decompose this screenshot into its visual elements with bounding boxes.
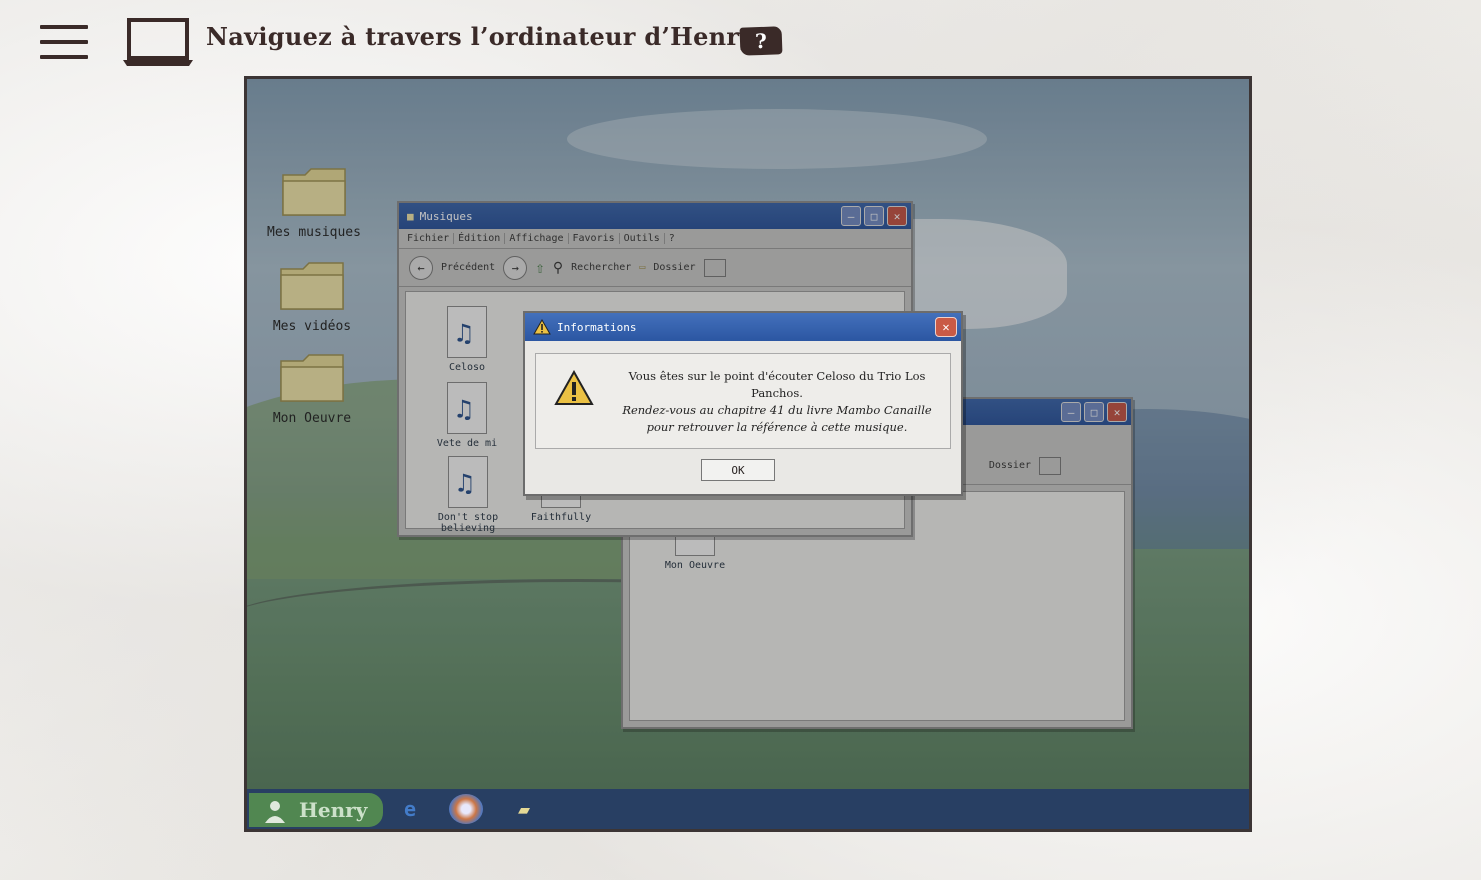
start-label: Henry (299, 798, 368, 822)
forward-arrow-icon[interactable]: → (503, 255, 528, 280)
search-button[interactable]: Rechercher (571, 262, 631, 273)
user-icon (265, 801, 285, 823)
file-vete-de-mi[interactable]: ♫ Vete de mi (422, 382, 512, 449)
menu-affichage[interactable]: Affichage (505, 233, 569, 244)
laptop-icon (123, 18, 193, 66)
ok-button[interactable]: OK (701, 459, 775, 481)
warning-icon (533, 319, 551, 335)
close-icon[interactable]: ✕ (887, 206, 907, 226)
folder-icon: ■ (407, 209, 414, 223)
file-label: Vete de mi (436, 438, 498, 449)
folder-button[interactable]: Dossier (989, 460, 1031, 471)
desktop-icon-mes-musiques[interactable]: Mes musiques (259, 165, 369, 240)
warning-icon (554, 370, 594, 405)
file-label: Don't stop believing (437, 512, 499, 534)
sky-cloud (567, 109, 987, 169)
menu-favoris[interactable]: Favoris (569, 233, 620, 244)
maximize-icon[interactable]: □ (1084, 402, 1104, 422)
up-folder-icon[interactable]: ⇧ (535, 258, 545, 277)
desktop-icon-label: Mes vidéos (272, 319, 352, 334)
file-label: Celoso (448, 362, 486, 373)
music-file-icon: ♫ (448, 456, 488, 508)
window-title: Musiques (419, 209, 473, 223)
close-icon[interactable]: ✕ (1107, 402, 1127, 422)
view-icon[interactable] (1039, 456, 1061, 475)
taskbar: Henry e ▰ (247, 789, 1249, 829)
menu-fichier[interactable]: Fichier (403, 233, 455, 244)
menu-outils[interactable]: Outils (620, 233, 665, 244)
desktop-icon-mon-oeuvre[interactable]: Mon Oeuvre (257, 351, 367, 426)
desktop-icon-label: Mon Oeuvre (272, 411, 352, 426)
folder-icon (280, 354, 344, 402)
window-controls: – □ ✕ (841, 206, 907, 226)
close-icon[interactable]: ✕ (935, 317, 957, 337)
menu-edition[interactable]: Édition (454, 233, 506, 244)
window-menubar: Fichier Édition Affichage Favoris Outils… (399, 229, 911, 249)
maximize-icon[interactable]: □ (864, 206, 884, 226)
back-arrow-icon[interactable]: ← (409, 255, 433, 280)
folder-icon: ▭ (639, 262, 646, 273)
music-file-icon: ♫ (447, 306, 487, 358)
window-toolbar: ← Précédent → ⇧ ⚲ Rechercher ▭ Dossier (399, 249, 911, 287)
dialog-message-line2: Rendez-vous au chapitre 41 du livre Mamb… (622, 403, 932, 434)
desktop-icon-mes-videos[interactable]: Mes vidéos (257, 259, 367, 334)
minimize-icon[interactable]: – (1061, 402, 1081, 422)
view-icon[interactable] (703, 258, 726, 277)
dialog-message-box: Vous êtes sur le point d'écouter Celoso … (535, 353, 951, 449)
dialog-message: Vous êtes sur le point d'écouter Celoso … (612, 368, 942, 436)
media-player-icon[interactable] (449, 794, 483, 824)
page-title: Naviguez à travers l’ordinateur d’Henry (206, 22, 754, 51)
back-button[interactable]: Précédent (441, 262, 495, 273)
file-dont-stop-believing[interactable]: ♫ Don't stop believing (412, 456, 524, 534)
hamburger-menu-icon[interactable] (40, 25, 88, 59)
folder-button[interactable]: Dossier (653, 262, 695, 273)
internet-explorer-icon[interactable]: e (393, 794, 427, 824)
desktop-screen: Mes musiques Mes vidéos Mon Oeuvre – □ ✕… (244, 76, 1252, 832)
menu-help[interactable]: ? (665, 233, 679, 244)
folder-icon (280, 262, 344, 310)
music-file-icon: ♫ (447, 382, 487, 434)
help-button[interactable]: ? (739, 26, 783, 56)
window-controls: – □ ✕ (1061, 402, 1127, 422)
dialog-message-line1: Vous êtes sur le point d'écouter Celoso … (628, 369, 926, 400)
file-label: Faithfully (530, 512, 592, 523)
start-button[interactable]: Henry (249, 793, 383, 827)
desktop-icon-label: Mes musiques (267, 225, 361, 240)
dialog-titlebar[interactable]: Informations ✕ (525, 313, 961, 341)
info-dialog: Informations ✕ Vous êtes sur le point d'… (523, 311, 963, 496)
file-label: Mon Oeuvre (664, 560, 726, 571)
window-titlebar[interactable]: ■ Musiques – □ ✕ (399, 203, 911, 229)
folder-icon[interactable]: ▰ (507, 794, 541, 824)
search-icon[interactable]: ⚲ (553, 260, 563, 276)
folder-icon (282, 168, 346, 216)
top-bar: Naviguez à travers l’ordinateur d’Henry … (0, 0, 1481, 80)
file-celoso[interactable]: ♫ Celoso (422, 306, 512, 373)
minimize-icon[interactable]: – (841, 206, 861, 226)
dialog-title: Informations (557, 320, 637, 334)
